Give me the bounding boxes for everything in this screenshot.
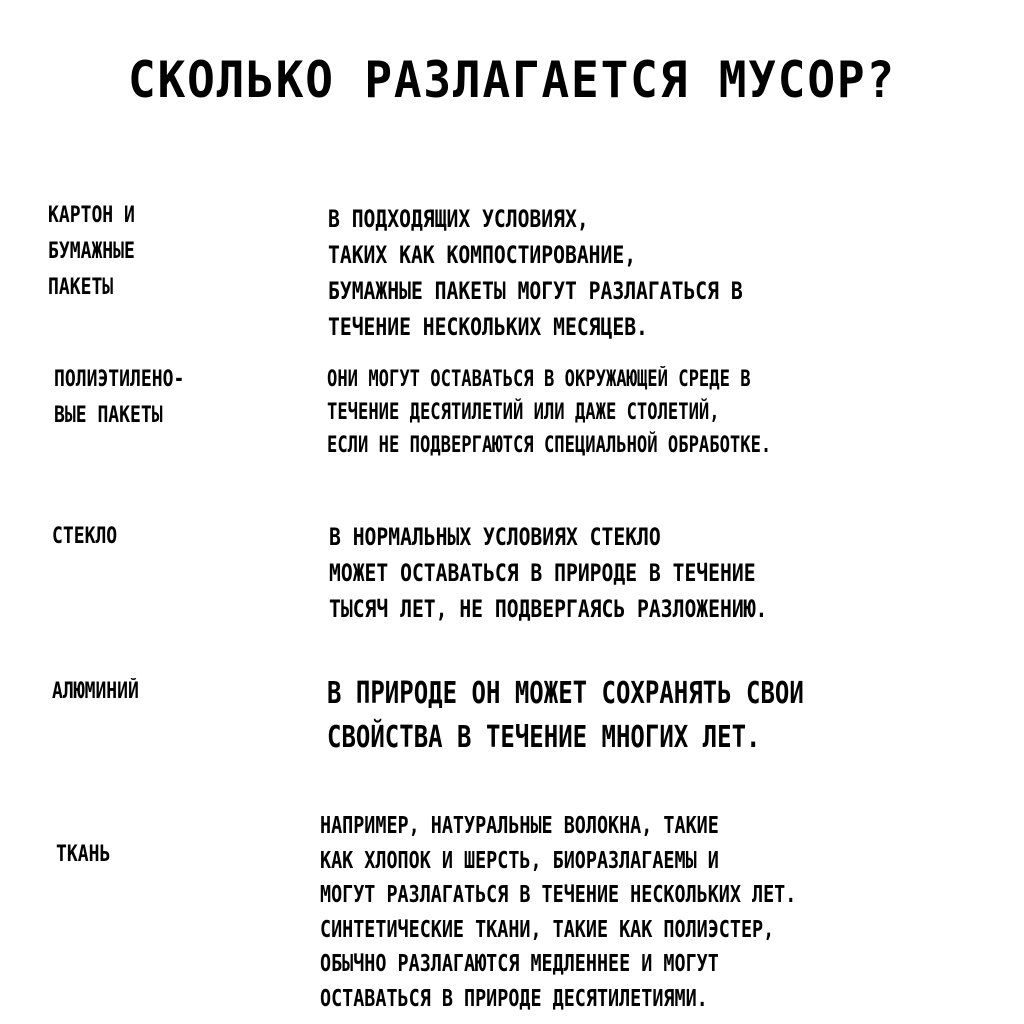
item-label-fabric: ТКАНЬ	[56, 842, 111, 867]
item-label-plastic: ПОЛИЭТИЛЕНО- ВЫЕ ПАКЕТЫ	[54, 367, 185, 428]
page-title: СКОЛЬКО РАЗЛАГАЕТСЯ МУСОР?	[128, 51, 896, 109]
item-label-aluminium: АЛЮМИНИЙ	[52, 679, 139, 704]
item-description-paper: В ПОДХОДЯЩИХ УСЛОВИЯХ, ТАКИХ КАК КОМПОСТ…	[328, 205, 743, 341]
item-description-aluminium: В ПРИРОДЕ ОН МОЖЕТ СОХРАНЯТЬ СВОИ СВОЙСТ…	[327, 676, 804, 755]
item-label-paper: КАРТОН И БУМАЖНЫЕ ПАКЕТЫ	[48, 203, 135, 300]
item-description-glass: В НОРМАЛЬНЫХ УСЛОВИЯХ СТЕКЛО МОЖЕТ ОСТАВ…	[329, 523, 768, 623]
item-description-plastic: ОНИ МОГУТ ОСТАВАТЬСЯ В ОКРУЖАЮЩЕЙ СРЕДЕ …	[327, 367, 772, 458]
item-label-glass: СТЕКЛО	[52, 524, 118, 549]
item-description-fabric: НАПРИМЕР, НАТУРАЛЬНЫЕ ВОЛОКНА, ТАКИЕ КАК…	[320, 813, 797, 1012]
